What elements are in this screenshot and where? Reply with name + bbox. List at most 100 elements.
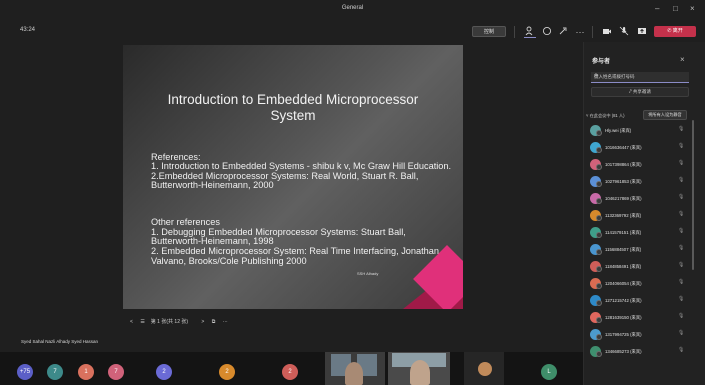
participant-video-3[interactable] bbox=[464, 352, 504, 385]
mic-muted-icon: 🎙 bbox=[678, 177, 685, 183]
participant-avatar bbox=[590, 295, 602, 306]
participant-row[interactable]: 1141579151 (来宾) 🎙 bbox=[590, 227, 690, 239]
mic-muted-icon: 🎙 bbox=[678, 347, 685, 353]
participant-avatar[interactable]: L bbox=[541, 364, 557, 380]
participant-name: 1346685273 (来宾) bbox=[605, 349, 642, 354]
participant-avatar[interactable]: 1 bbox=[78, 364, 94, 380]
participant-name: 1027961853 (来宾) bbox=[605, 179, 642, 184]
mic-muted-icon: 🎙 bbox=[678, 126, 685, 132]
participant-name: 1317994725 (来宾) bbox=[605, 332, 642, 337]
participant-avatar[interactable]: 7 bbox=[108, 364, 124, 380]
participant-row[interactable]: 1346685273 (来宾) 🎙 bbox=[590, 346, 690, 358]
sync-icon[interactable]: ⧉ bbox=[212, 319, 216, 325]
participants-icon[interactable] bbox=[524, 26, 536, 38]
participant-row[interactable]: 1184858491 (来宾) 🎙 bbox=[590, 261, 690, 273]
participant-avatar[interactable]: 2 bbox=[219, 364, 235, 380]
slide-title: Introduction to Embedded Microprocessor … bbox=[123, 92, 463, 124]
slide-body: References: 1. Introduction to Embedded … bbox=[151, 143, 456, 276]
slide-title-line-1: Introduction to Embedded Microprocessor bbox=[167, 92, 419, 107]
close-window-icon[interactable]: × bbox=[690, 4, 695, 14]
slide-navigation: < ☰ 第 1 张(共 12 张) > ⧉ ··· bbox=[130, 318, 234, 325]
leave-button[interactable]: ✆ 离开 bbox=[654, 26, 696, 37]
mic-muted-icon: 🎙 bbox=[678, 330, 685, 336]
mic-muted-icon: 🎙 bbox=[678, 245, 685, 251]
share-invite-button[interactable]: ⤤ 共享邀请 bbox=[591, 87, 689, 97]
participant-row[interactable]: 1027961853 (来宾) 🎙 bbox=[590, 176, 690, 188]
prev-slide-button[interactable]: < bbox=[130, 319, 133, 325]
close-panel-icon[interactable]: × bbox=[680, 55, 685, 64]
participant-avatar[interactable]: 2 bbox=[282, 364, 298, 380]
mic-muted-icon: 🎙 bbox=[678, 160, 685, 166]
slide-other-references: Other references 1. Debugging Embedded M… bbox=[151, 217, 440, 266]
call-timer: 43:24 bbox=[20, 27, 36, 33]
participant-row[interactable]: 1016636447 (来宾) 🎙 bbox=[590, 142, 690, 154]
title-bar: General – □ × bbox=[0, 0, 705, 20]
participant-row[interactable]: Hly.wei (来宾) 🎙 bbox=[590, 125, 690, 137]
participant-name: 1132369792 (来宾) bbox=[605, 213, 642, 218]
mic-muted-icon: 🎙 bbox=[678, 228, 685, 234]
participant-search-input[interactable]: 键入姓名或拨打号码 ⌕ bbox=[591, 72, 689, 83]
microphone-icon[interactable] bbox=[618, 26, 630, 38]
next-slide-button[interactable]: > bbox=[201, 319, 204, 325]
slide-references: References: 1. Introduction to Embedded … bbox=[151, 151, 452, 191]
participant-avatar bbox=[590, 346, 602, 357]
slide-more-button[interactable]: ··· bbox=[223, 319, 228, 325]
maximize-icon[interactable]: □ bbox=[673, 4, 678, 14]
control-button[interactable]: 控制 bbox=[472, 26, 506, 37]
participant-name: 1184858491 (来宾) bbox=[605, 264, 642, 269]
participant-avatar bbox=[590, 312, 602, 323]
participant-row[interactable]: 1271215742 (来宾) 🎙 bbox=[590, 295, 690, 307]
mic-muted-icon: 🎙 bbox=[678, 211, 685, 217]
participant-avatar bbox=[590, 176, 602, 187]
slide-list-icon[interactable]: ☰ bbox=[140, 319, 144, 325]
leave-label: 离开 bbox=[672, 28, 683, 34]
participant-row[interactable]: 1132369792 (来宾) 🎙 bbox=[590, 210, 690, 222]
in-meeting-section-header[interactable]: ˅ 在此会议中 (81 人) bbox=[586, 113, 625, 119]
chat-icon[interactable] bbox=[541, 26, 553, 38]
participant-video-2[interactable] bbox=[388, 352, 450, 385]
window-title: General bbox=[341, 5, 364, 11]
participant-row[interactable]: 1017398864 (来宾) 🎙 bbox=[590, 159, 690, 171]
participant-avatar bbox=[590, 227, 602, 238]
participant-list-scrollbar[interactable] bbox=[692, 120, 694, 270]
search-icon[interactable]: ⌕ bbox=[594, 72, 686, 80]
participant-avatar bbox=[590, 142, 602, 153]
toolbar-divider-2 bbox=[592, 26, 593, 38]
participant-avatar bbox=[590, 193, 602, 204]
participant-avatar bbox=[590, 244, 602, 255]
participant-avatar bbox=[590, 261, 602, 272]
participant-name: 1204066054 (来宾) bbox=[605, 281, 642, 286]
overflow-count-avatar[interactable]: +75 bbox=[17, 364, 33, 380]
mic-muted-icon: 🎙 bbox=[678, 313, 685, 319]
participant-avatar[interactable]: 7 bbox=[47, 364, 63, 380]
more-options-icon[interactable]: ··· bbox=[574, 26, 586, 38]
participant-name: 1271215742 (来宾) bbox=[605, 298, 642, 303]
mic-muted-icon: 🎙 bbox=[678, 143, 685, 149]
slide-page-indicator: ☰ 第 1 张(共 12 张) bbox=[140, 319, 189, 325]
share-screen-icon[interactable] bbox=[636, 26, 648, 38]
teams-meeting-window: General – □ × 43:24 控制 ··· ✆ 离开 Introduc… bbox=[0, 0, 705, 385]
participant-name: 1156884507 (来宾) bbox=[605, 247, 642, 252]
participant-name: 1141579151 (来宾) bbox=[605, 230, 642, 235]
shared-slide: Introduction to Embedded Microprocessor … bbox=[123, 45, 463, 309]
participant-name: 1016636447 (来宾) bbox=[605, 145, 642, 150]
mic-muted-icon: 🎙 bbox=[678, 296, 685, 302]
participant-row[interactable]: 1281639150 (来宾) 🎙 bbox=[590, 312, 690, 324]
mute-all-button[interactable]: 将所有人设为静音 bbox=[643, 110, 687, 120]
slide-title-line-2: System bbox=[270, 108, 316, 123]
participant-name: 1281639150 (来宾) bbox=[605, 315, 642, 320]
participant-row[interactable]: 1204066054 (来宾) 🎙 bbox=[590, 278, 690, 290]
participant-avatar bbox=[590, 210, 602, 221]
camera-icon[interactable] bbox=[601, 26, 613, 38]
participant-row[interactable]: 1156884507 (来宾) 🎙 bbox=[590, 244, 690, 256]
reactions-icon[interactable] bbox=[557, 26, 569, 38]
toolbar-divider bbox=[514, 26, 515, 38]
mic-muted-icon: 🎙 bbox=[678, 279, 685, 285]
minimize-icon[interactable]: – bbox=[655, 4, 659, 14]
participant-row[interactable]: 1046217869 (来宾) 🎙 bbox=[590, 193, 690, 205]
participant-avatar[interactable]: 2 bbox=[156, 364, 172, 380]
mic-muted-icon: 🎙 bbox=[678, 262, 685, 268]
participant-video-1[interactable] bbox=[325, 352, 385, 385]
participant-row[interactable]: 1317994725 (来宾) 🎙 bbox=[590, 329, 690, 341]
panel-title: 参与者 bbox=[592, 59, 611, 65]
